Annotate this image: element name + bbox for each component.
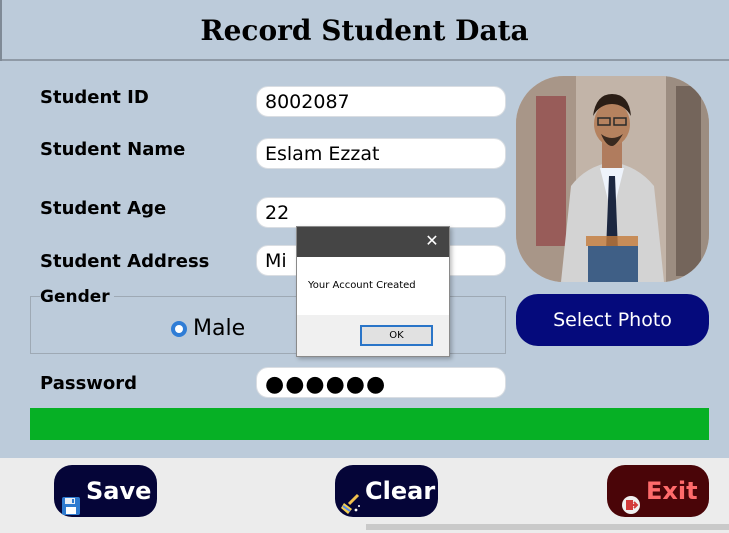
student-age-label: Student Age xyxy=(40,198,167,219)
student-photo xyxy=(516,76,709,282)
dialog-body: Your Account Created xyxy=(297,257,449,315)
male-radio[interactable] xyxy=(171,321,187,337)
student-id-field[interactable]: 8002087 xyxy=(256,86,506,117)
dialog-message: Your Account Created xyxy=(308,280,416,291)
student-age-field[interactable]: 22 xyxy=(256,197,506,228)
message-dialog: ✕ Your Account Created OK xyxy=(296,226,450,357)
dialog-ok-button[interactable]: OK xyxy=(360,325,433,346)
student-address-label: Student Address xyxy=(40,251,210,272)
bottom-strip xyxy=(366,524,729,530)
clear-button-label: Clear xyxy=(365,477,436,505)
page-title: Record Student Data xyxy=(200,14,529,47)
student-name-field[interactable]: Eslam Ezzat xyxy=(256,138,506,169)
student-id-label: Student ID xyxy=(40,87,149,108)
student-name-label: Student Name xyxy=(40,139,186,160)
password-field[interactable]: ●●●●●● xyxy=(256,367,506,398)
title-bar: Record Student Data xyxy=(0,0,729,61)
exit-button-label: Exit xyxy=(646,477,698,505)
broom-icon xyxy=(340,481,362,533)
exit-button[interactable]: Exit xyxy=(607,465,709,517)
student-photo-image xyxy=(516,76,709,282)
floppy-disk-icon xyxy=(62,481,80,533)
progress-bar-fill xyxy=(30,408,709,440)
password-label: Password xyxy=(40,373,138,394)
select-photo-button[interactable]: Select Photo xyxy=(516,294,709,346)
close-icon[interactable]: ✕ xyxy=(425,233,439,249)
clear-button[interactable]: Clear xyxy=(335,465,438,517)
save-button-label: Save xyxy=(86,477,152,505)
save-button[interactable]: Save xyxy=(54,465,157,517)
progress-bar xyxy=(30,408,709,440)
gender-label: Gender xyxy=(40,287,114,307)
male-radio-label[interactable]: Male xyxy=(193,316,245,341)
dialog-title-bar: ✕ xyxy=(297,227,449,257)
